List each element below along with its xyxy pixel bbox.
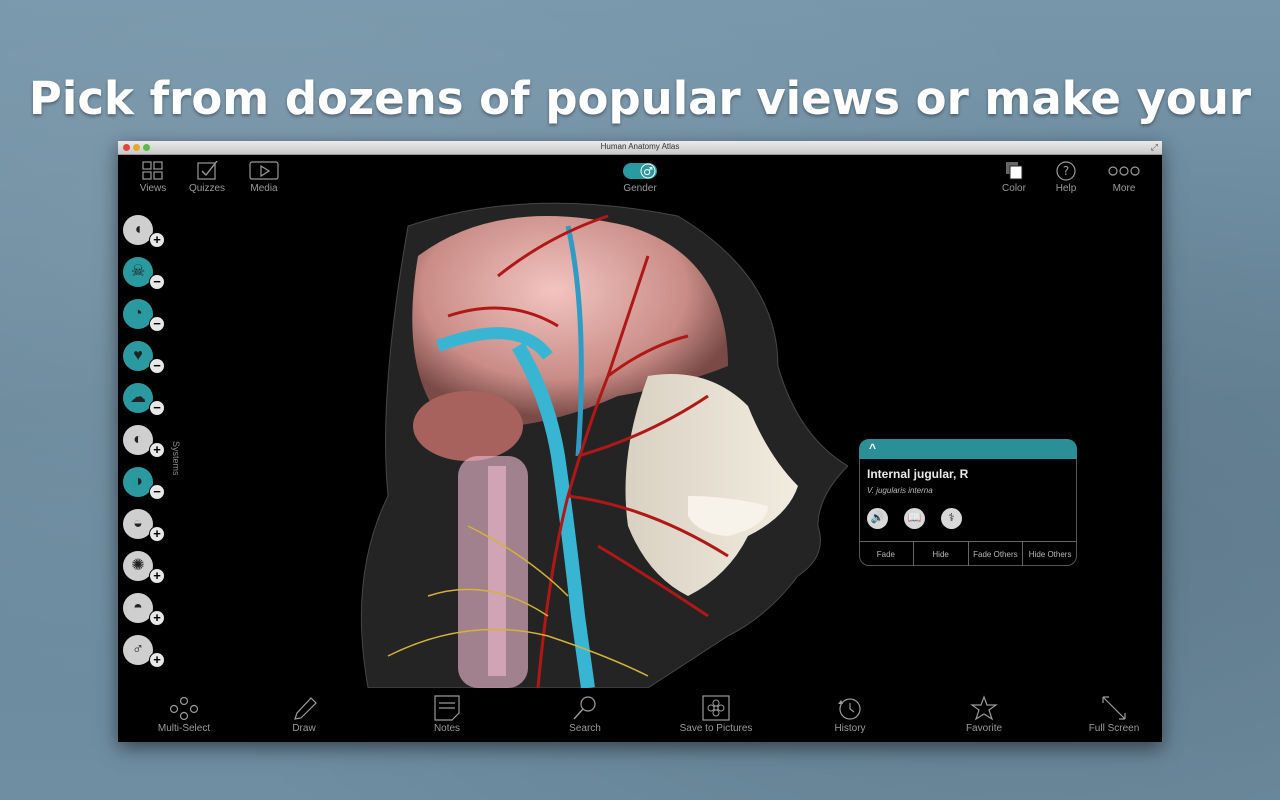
help-label: Help <box>1055 183 1077 194</box>
help-icon: ? <box>1056 161 1076 181</box>
sidebar-item-digestive-system[interactable]: ◐ + <box>123 425 167 461</box>
plus-icon[interactable]: + <box>149 232 165 248</box>
expand-arrows-icon <box>1102 696 1126 720</box>
views-button[interactable]: Views <box>123 161 183 194</box>
app-window: Human Anatomy Atlas ⤢ Views Quizzes Medi… <box>118 141 1162 742</box>
info-actions-row: Fade Hide Fade Others Hide Others <box>859 541 1077 566</box>
book-definition-icon[interactable]: 📖 <box>904 508 925 529</box>
notes-icon <box>434 695 460 721</box>
sidebar-item-cardiovascular-system[interactable]: ♥ − <box>123 341 167 377</box>
search-button[interactable]: Search <box>540 695 630 734</box>
notes-button[interactable]: Notes <box>402 695 492 734</box>
plus-icon[interactable]: + <box>149 568 165 584</box>
multi-select-label: Multi-Select <box>157 723 211 734</box>
pencil-icon <box>294 697 317 720</box>
gender-toggle-icon: ♂ <box>623 163 657 179</box>
plus-icon[interactable]: + <box>149 526 165 542</box>
audio-pronunciation-icon[interactable]: 🔊 <box>867 508 888 529</box>
sidebar-item-lymphatic-system[interactable]: ◑ − <box>123 467 167 503</box>
draw-label: Draw <box>292 723 316 734</box>
plus-icon[interactable]: + <box>149 442 165 458</box>
history-clock-icon <box>838 698 861 720</box>
more-label: More <box>1112 183 1136 194</box>
history-button[interactable]: History <box>805 695 895 734</box>
more-button[interactable]: More <box>1094 161 1154 194</box>
svg-text:♂: ♂ <box>643 165 653 178</box>
media-label: Media <box>250 183 278 194</box>
sidebar-item-skin-system[interactable]: ◖ + <box>123 215 167 251</box>
search-label: Search <box>569 723 601 734</box>
search-icon <box>573 696 596 720</box>
star-icon <box>970 695 998 721</box>
structure-name: Internal jugular, R <box>867 467 969 481</box>
notes-label: Notes <box>433 723 461 734</box>
grid-icon <box>142 161 163 180</box>
flower-picture-icon <box>702 695 730 721</box>
window-title: Human Anatomy Atlas <box>600 142 680 151</box>
gender-label: Gender <box>623 183 657 194</box>
sidebar-item-respiratory-system[interactable]: ☁ − <box>123 383 167 419</box>
hide-others-button[interactable]: Hide Others <box>1023 542 1077 566</box>
fullscreen-arrows-icon[interactable]: ⤢ <box>1151 142 1158 153</box>
anatomy-model-view[interactable] <box>348 196 848 688</box>
more-dots-icon <box>1108 166 1140 176</box>
sidebar-item-gender-system[interactable]: ♂ + <box>123 635 167 671</box>
sidebar-item-muscular-system[interactable]: ✺ + <box>123 551 167 587</box>
structure-latin-name: V. jugularis interna <box>867 486 933 495</box>
sidebar-item-nervous-system[interactable]: ◔ − <box>123 299 167 335</box>
minus-icon[interactable]: − <box>149 484 165 500</box>
sidebar-item-reproductive-system[interactable]: ◓ + <box>123 593 167 629</box>
media-button[interactable]: Media <box>234 161 294 194</box>
views-label: Views <box>139 183 167 194</box>
minus-icon[interactable]: − <box>149 400 165 416</box>
full-screen-button[interactable]: Full Screen <box>1069 695 1159 734</box>
quizzes-label: Quizzes <box>188 183 226 194</box>
fade-others-button[interactable]: Fade Others <box>969 542 1024 566</box>
hide-button[interactable]: Hide <box>914 542 969 566</box>
multi-select-icon <box>169 696 199 721</box>
help-button[interactable]: ? Help <box>1036 161 1096 194</box>
save-to-pictures-button[interactable]: Save to Pictures <box>671 695 761 734</box>
favorite-label: Favorite <box>965 723 1003 734</box>
structure-info-panel: ^ Internal jugular, R V. jugularis inter… <box>859 439 1077 567</box>
checkbox-icon <box>197 161 218 180</box>
quizzes-button[interactable]: Quizzes <box>177 161 237 194</box>
color-button[interactable]: Color <box>984 161 1044 194</box>
sidebar-item-skeletal-system[interactable]: ☠ − <box>123 257 167 293</box>
save-to-pictures-label: Save to Pictures <box>679 723 753 734</box>
systems-label: Systems <box>171 441 181 476</box>
fade-button[interactable]: Fade <box>859 542 914 566</box>
minus-icon[interactable]: − <box>149 274 165 290</box>
svg-text:?: ? <box>1063 164 1069 178</box>
info-panel-header[interactable]: ^ <box>859 439 1077 459</box>
sidebar-item-urinary-system[interactable]: ◒ + <box>123 509 167 545</box>
title-bar: Human Anatomy Atlas ⤢ <box>118 141 1162 155</box>
related-structures-icon[interactable]: ⚕ <box>941 508 962 529</box>
gender-toggle[interactable]: ♂ Gender <box>610 161 670 194</box>
multi-select-button[interactable]: Multi-Select <box>139 695 229 734</box>
color-label: Color <box>1002 183 1026 194</box>
full-screen-label: Full Screen <box>1088 723 1140 734</box>
minus-icon[interactable]: − <box>149 316 165 332</box>
plus-icon[interactable]: + <box>149 652 165 668</box>
history-label: History <box>834 723 866 734</box>
draw-button[interactable]: Draw <box>259 695 349 734</box>
play-icon <box>249 161 279 180</box>
favorite-button[interactable]: Favorite <box>939 695 1029 734</box>
collapse-caret-icon[interactable]: ^ <box>869 441 876 455</box>
color-swatch-icon <box>1006 162 1023 180</box>
plus-icon[interactable]: + <box>149 610 165 626</box>
minus-icon[interactable]: − <box>149 358 165 374</box>
